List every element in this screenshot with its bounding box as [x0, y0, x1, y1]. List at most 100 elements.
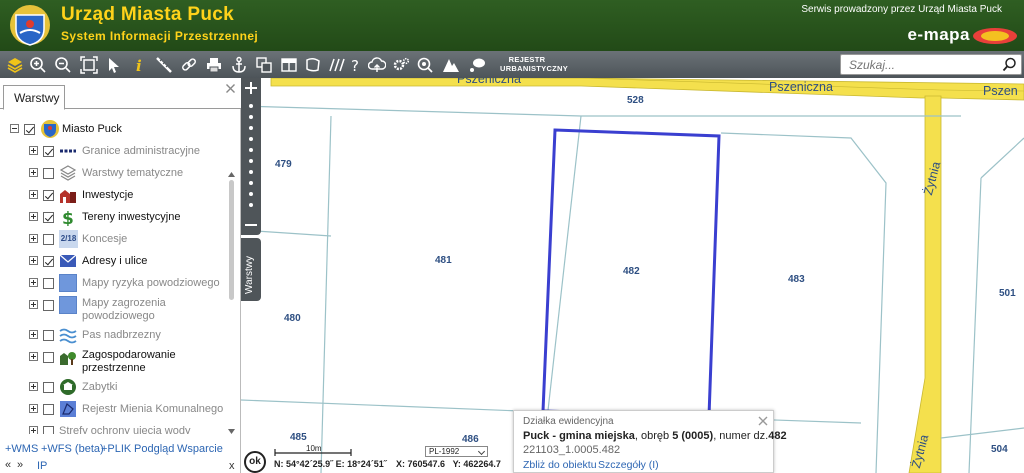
layer-label: Pas nadbrzezny — [82, 329, 161, 341]
layout-icon[interactable] — [278, 54, 299, 75]
add-wfs-link[interactable]: +WFS (beta) — [41, 443, 104, 455]
layer-checkbox[interactable] — [43, 330, 54, 341]
link-icon[interactable] — [178, 54, 199, 75]
zoom-in-plus-icon[interactable] — [244, 81, 258, 95]
zoom-out-minus-icon[interactable] — [244, 218, 258, 232]
search-plot-icon[interactable] — [414, 54, 435, 75]
ip-link[interactable]: IP — [37, 460, 47, 472]
add-wms-link[interactable]: +WMS — [5, 443, 38, 455]
layer-checkbox[interactable] — [43, 146, 54, 157]
zoom-level-dot[interactable] — [249, 104, 253, 108]
expand-toggle[interactable] — [29, 404, 38, 413]
support-link[interactable]: Wsparcie — [177, 443, 223, 455]
measure-distance-icon[interactable] — [153, 54, 174, 75]
layer-row: Mapy ryzyka powodziowego — [0, 273, 230, 295]
anchor-icon[interactable] — [228, 54, 249, 75]
zoom-to-object-link[interactable]: Zbliż do obiektu — [523, 459, 597, 471]
y-coordinate: Y: 462264.7 — [452, 459, 501, 469]
expand-toggle[interactable] — [29, 352, 38, 361]
panel-close-x[interactable]: x — [229, 460, 235, 472]
root-checkbox[interactable] — [24, 124, 35, 135]
city-coat-of-arms-logo[interactable] — [6, 3, 54, 48]
search-icon[interactable] — [1002, 57, 1017, 72]
zoom-out-icon[interactable] — [52, 54, 73, 75]
collapse-left-chevron[interactable]: « — [5, 459, 11, 471]
plot-number: 528 — [627, 95, 644, 106]
zoom-level-dot[interactable] — [249, 181, 253, 185]
layers-side-tab-label: Warstwy — [244, 256, 255, 294]
layer-label: Rejestr Mienia Komunalnego — [82, 403, 224, 415]
expand-toggle[interactable] — [29, 212, 38, 221]
cloud-upload-icon[interactable] — [366, 54, 387, 75]
layer-checkbox[interactable] — [43, 278, 54, 289]
layer-checkbox[interactable] — [43, 426, 54, 434]
expand-toggle[interactable] — [29, 168, 38, 177]
details-link[interactable]: Szczegóły (I) — [598, 459, 659, 471]
expand-toggle[interactable] — [29, 382, 38, 391]
expand-right-chevron[interactable]: » — [17, 459, 23, 471]
comment-icon[interactable] — [466, 54, 487, 75]
preview-link[interactable]: Podgląd — [134, 443, 174, 455]
search-input[interactable] — [841, 55, 991, 74]
zoom-level-dot[interactable] — [249, 126, 253, 130]
zoom-extent-icon[interactable] — [78, 54, 99, 75]
layer-checkbox[interactable] — [43, 168, 54, 179]
zoom-level-dot[interactable] — [249, 170, 253, 174]
panel-tabbar: Warstwy — [0, 78, 241, 110]
street-label: Pszen — [983, 84, 1018, 98]
expand-toggle[interactable] — [29, 278, 38, 287]
investment-icon — [60, 190, 76, 203]
expand-toggle[interactable] — [29, 256, 38, 265]
collapse-toggle[interactable] — [10, 124, 19, 133]
layer-label: Koncesje — [82, 233, 128, 245]
zoom-level-dot[interactable] — [249, 148, 253, 152]
expand-toggle[interactable] — [29, 330, 38, 339]
urban-register-button[interactable]: REJESTR URBANISTYCZNY — [500, 55, 569, 73]
zoom-in-icon[interactable] — [27, 54, 48, 75]
help-icon[interactable]: ? — [344, 54, 365, 75]
zoom-level-dot[interactable] — [249, 159, 253, 163]
expand-toggle[interactable] — [29, 426, 38, 434]
expand-toggle[interactable] — [29, 146, 38, 155]
expand-toggle[interactable] — [29, 300, 38, 309]
layers-icon[interactable] — [4, 54, 25, 75]
expand-toggle[interactable] — [29, 190, 38, 199]
layer-checkbox[interactable] — [43, 300, 54, 311]
close-icon[interactable] — [758, 416, 768, 426]
layer-checkbox[interactable] — [43, 382, 54, 393]
info-icon[interactable]: i — [128, 54, 149, 75]
copy-icon[interactable] — [253, 54, 274, 75]
layer-checkbox[interactable] — [43, 212, 54, 223]
add-file-link[interactable]: +PLIK — [101, 443, 131, 455]
terrain-icon[interactable] — [440, 54, 461, 75]
dollar-icon: $ — [62, 209, 74, 226]
layer-checkbox[interactable] — [43, 256, 54, 267]
projection-select[interactable]: PL-1992 — [425, 446, 488, 457]
layer-checkbox[interactable] — [43, 234, 54, 245]
layer-label: Tereny inwestycyjne — [82, 211, 181, 223]
close-panel-icon[interactable] — [225, 83, 236, 94]
layer-checkbox[interactable] — [43, 190, 54, 201]
panel-scrollbar[interactable] — [229, 180, 234, 300]
register-label-line2: URBANISTYCZNY — [500, 64, 569, 73]
scroll-down-arrow-icon[interactable] — [228, 429, 235, 434]
layer-label: Strefy ochrony ujęcia wody — [59, 425, 191, 434]
main-toolbar: i ? REJESTR URBANISTYCZNY — [0, 51, 1024, 78]
zoom-level-dot[interactable] — [249, 203, 253, 207]
expand-toggle[interactable] — [29, 234, 38, 243]
ok-button[interactable]: ok — [244, 451, 266, 473]
plot-number: 481 — [435, 255, 452, 266]
layer-checkbox[interactable] — [43, 404, 54, 415]
zoom-level-dot[interactable] — [249, 137, 253, 141]
layer-checkbox[interactable] — [43, 352, 54, 363]
settings-icon[interactable] — [390, 54, 411, 75]
road-zytnia — [908, 95, 942, 473]
layers-side-tab[interactable]: Warstwy — [241, 238, 261, 301]
zoom-level-dot[interactable] — [249, 115, 253, 119]
select-pointer-icon[interactable] — [103, 54, 124, 75]
scroll-up-arrow-icon[interactable] — [228, 172, 235, 177]
print-icon[interactable] — [203, 54, 224, 75]
shape-icon[interactable] — [302, 54, 323, 75]
tab-layers[interactable]: Warstwy — [3, 85, 65, 110]
zoom-level-dot[interactable] — [249, 192, 253, 196]
